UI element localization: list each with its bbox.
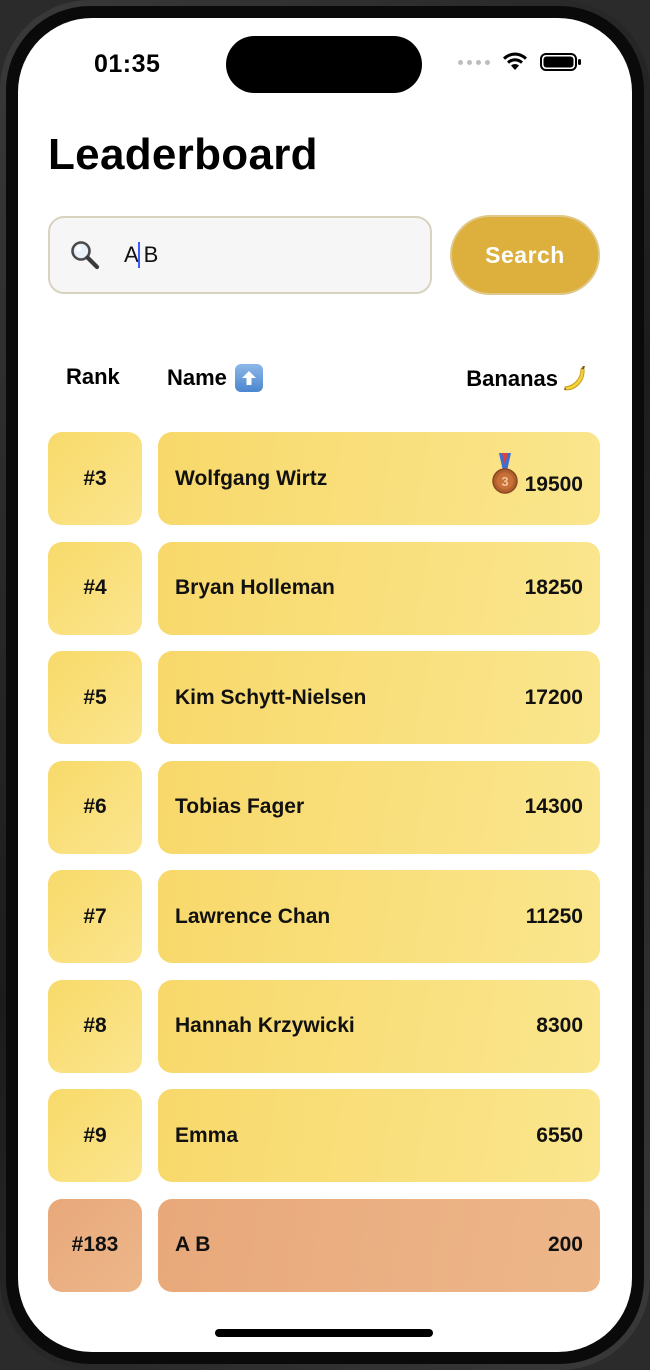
text-cursor xyxy=(138,242,140,268)
banana-count: 19500 xyxy=(524,472,583,496)
phone-frame: 01:35 Leaderboard A B Search Rank Name B… xyxy=(0,0,650,1370)
rank-cell: #4 xyxy=(48,541,142,635)
sort-up-arrow-icon xyxy=(234,364,263,392)
svg-text:3: 3 xyxy=(501,474,508,489)
player-cell: Kim Schytt-Nielsen 17200 xyxy=(158,651,600,744)
banana-count: 17200 xyxy=(524,685,583,709)
rank-cell: #7 xyxy=(48,870,142,963)
home-indicator[interactable] xyxy=(215,1329,433,1337)
player-name: Lawrence Chan xyxy=(175,904,331,928)
leaderboard-row[interactable]: #8 Hannah Krzywicki 8300 xyxy=(48,979,600,1073)
banana-count: 11250 xyxy=(525,904,583,928)
leaderboard-row[interactable]: #7 Lawrence Chan 11250 xyxy=(48,870,600,963)
search-input[interactable] xyxy=(124,242,384,268)
search-field[interactable] xyxy=(48,216,432,294)
rank-cell: #6 xyxy=(48,760,142,854)
player-name: Tobias Fager xyxy=(175,795,305,818)
column-header-bananas[interactable]: Bananas xyxy=(466,364,590,394)
search-button[interactable]: Search xyxy=(450,215,600,295)
column-header-rank[interactable]: Rank xyxy=(66,364,120,390)
current-user-row[interactable]: #183 A B 200 xyxy=(48,1198,600,1292)
column-header-bananas-label: Bananas xyxy=(466,366,558,391)
leaderboard-list: #3 Wolfgang Wirtz 3 19500 #4 Bryan Holle… xyxy=(48,432,600,1308)
player-cell: Bryan Holleman 18250 xyxy=(158,541,600,635)
player-name: Kim Schytt-Nielsen xyxy=(175,685,367,709)
status-time: 01:35 xyxy=(94,50,161,78)
magnifying-glass-icon xyxy=(68,238,102,272)
banana-count: 200 xyxy=(547,1233,583,1256)
leaderboard-row[interactable]: #5 Kim Schytt-Nielsen 17200 xyxy=(48,651,600,744)
column-header-name[interactable]: Name xyxy=(167,364,263,392)
player-cell: Wolfgang Wirtz 3 19500 xyxy=(158,432,600,525)
banana-icon xyxy=(564,366,585,391)
banana-count-group: 3 19500 xyxy=(491,452,583,501)
player-name: A B xyxy=(175,1233,211,1256)
player-name: Bryan Holleman xyxy=(175,576,335,599)
screen: 01:35 Leaderboard A B Search Rank Name B… xyxy=(18,18,632,1352)
player-name: Hannah Krzywicki xyxy=(175,1014,355,1037)
leaderboard-row[interactable]: #9 Emma 6550 xyxy=(48,1089,600,1182)
page-title: Leaderboard xyxy=(48,130,318,179)
banana-count: 14300 xyxy=(524,795,583,818)
player-cell: Emma 6550 xyxy=(158,1089,600,1182)
banana-count: 6550 xyxy=(536,1123,583,1147)
player-cell: Hannah Krzywicki 8300 xyxy=(158,979,600,1073)
rank-cell: #5 xyxy=(48,651,142,744)
rank-cell: #9 xyxy=(48,1089,142,1182)
leaderboard-row[interactable]: #3 Wolfgang Wirtz 3 19500 xyxy=(48,432,600,525)
status-icons xyxy=(458,52,582,72)
player-name: Emma xyxy=(175,1123,239,1147)
player-name: Wolfgang Wirtz xyxy=(175,466,328,490)
player-cell: Lawrence Chan 11250 xyxy=(158,870,600,963)
player-cell: Tobias Fager 14300 xyxy=(158,760,600,854)
signal-dots-icon xyxy=(458,59,490,65)
banana-count: 18250 xyxy=(524,576,583,599)
rank-cell: #8 xyxy=(48,979,142,1073)
dynamic-island xyxy=(226,36,422,93)
banana-count: 8300 xyxy=(536,1014,583,1037)
column-header-name-label: Name xyxy=(167,365,227,390)
player-cell: A B 200 xyxy=(158,1198,600,1292)
bronze-medal-icon: 3 xyxy=(491,452,518,494)
wifi-icon xyxy=(503,52,527,70)
leaderboard-row[interactable]: #4 Bryan Holleman 18250 xyxy=(48,541,600,635)
battery-icon xyxy=(540,53,581,71)
rank-cell: #3 xyxy=(48,432,142,525)
rank-cell: #183 xyxy=(48,1198,142,1292)
leaderboard-row[interactable]: #6 Tobias Fager 14300 xyxy=(48,760,600,854)
